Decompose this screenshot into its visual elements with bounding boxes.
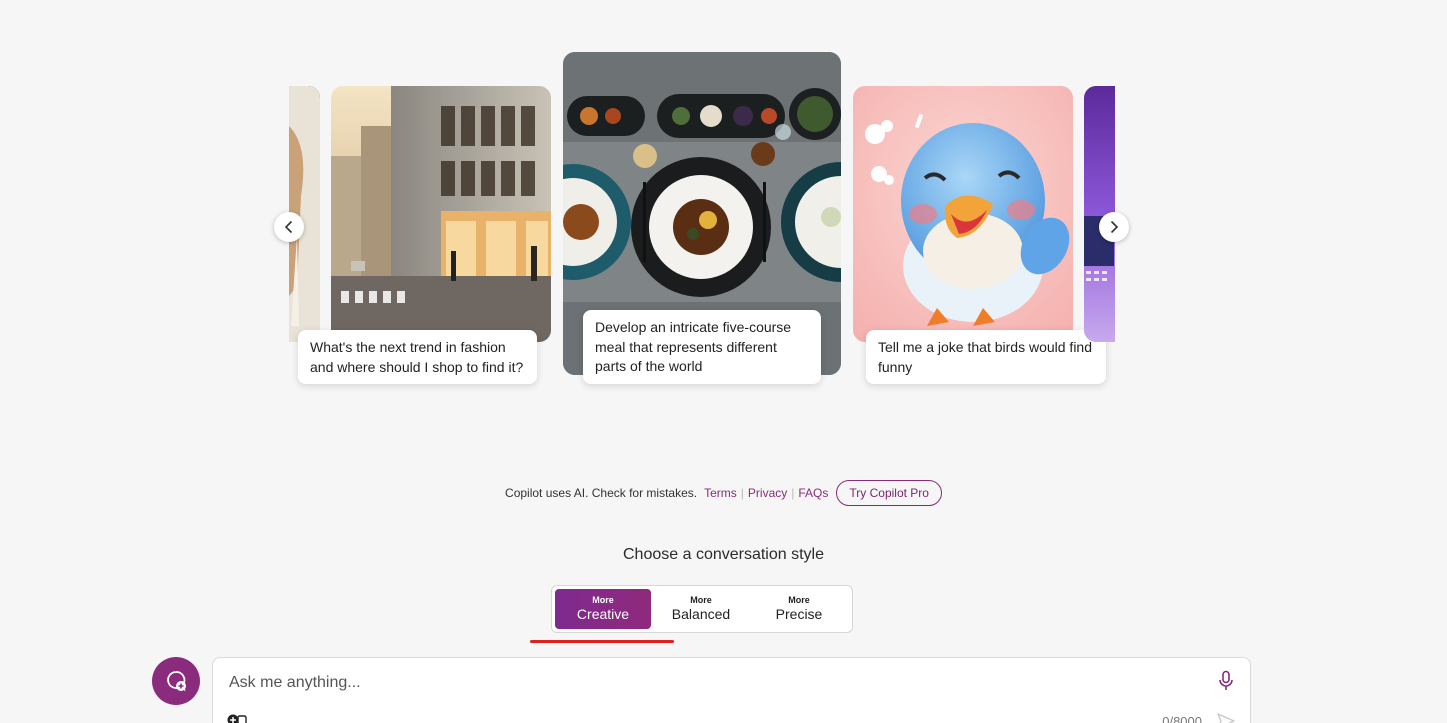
new-topic-button[interactable] bbox=[152, 657, 200, 705]
style-option-label: Precise bbox=[775, 606, 823, 622]
style-option-precise[interactable]: More Precise bbox=[751, 589, 847, 629]
character-counter: 0/8000 bbox=[1162, 714, 1202, 723]
card-caption-fashion[interactable]: What's the next trend in fashion and whe… bbox=[298, 330, 537, 384]
card-caption-text: What's the next trend in fashion and whe… bbox=[310, 339, 524, 375]
terms-link[interactable]: Terms bbox=[704, 486, 737, 500]
try-copilot-pro-button[interactable]: Try Copilot Pro bbox=[836, 480, 942, 506]
disclaimer-text: Copilot uses AI. Check for mistakes. bbox=[505, 486, 698, 500]
carousel-next-button[interactable] bbox=[1099, 212, 1129, 242]
style-option-prefix: More bbox=[592, 595, 614, 605]
card-caption-text: Develop an intricate five-course meal th… bbox=[595, 319, 792, 374]
prompt-carousel: What's the next trend in fashion and whe… bbox=[289, 50, 1115, 395]
separator: | bbox=[740, 486, 744, 500]
selected-style-underline bbox=[530, 640, 674, 643]
conversation-style-toggle: More Creative More Balanced More Precise bbox=[551, 585, 853, 633]
send-icon[interactable] bbox=[1216, 712, 1236, 723]
add-image-icon[interactable] bbox=[227, 713, 247, 723]
card-image-bird[interactable] bbox=[853, 86, 1073, 342]
chevron-left-icon bbox=[284, 220, 293, 234]
faqs-link[interactable]: FAQs bbox=[798, 486, 828, 500]
copilot-page: What's the next trend in fashion and whe… bbox=[0, 0, 1447, 723]
carousel-prev-button[interactable] bbox=[274, 212, 304, 242]
chevron-right-icon bbox=[1110, 220, 1119, 234]
style-option-prefix: More bbox=[690, 595, 712, 605]
style-option-creative[interactable]: More Creative bbox=[555, 589, 651, 629]
card-caption-bird[interactable]: Tell me a joke that birds would find fun… bbox=[866, 330, 1106, 384]
card-image-fashion[interactable] bbox=[331, 86, 551, 342]
disclaimer-bar: Copilot uses AI. Check for mistakes. Ter… bbox=[0, 479, 1447, 507]
style-option-prefix: More bbox=[788, 595, 810, 605]
chat-input-box: 0/8000 bbox=[212, 657, 1251, 723]
privacy-link[interactable]: Privacy bbox=[748, 486, 787, 500]
style-option-label: Balanced bbox=[671, 606, 731, 622]
card-caption-text: Tell me a joke that birds would find fun… bbox=[878, 339, 1092, 375]
separator: | bbox=[791, 486, 795, 500]
conversation-style-title: Choose a conversation style bbox=[623, 546, 824, 563]
style-option-balanced[interactable]: More Balanced bbox=[653, 589, 749, 629]
microphone-icon[interactable] bbox=[1216, 670, 1236, 692]
new-chat-icon bbox=[167, 671, 186, 692]
card-caption-meal[interactable]: Develop an intricate five-course meal th… bbox=[583, 310, 821, 384]
style-option-label: Creative bbox=[576, 606, 630, 622]
chat-input[interactable] bbox=[227, 670, 1191, 696]
